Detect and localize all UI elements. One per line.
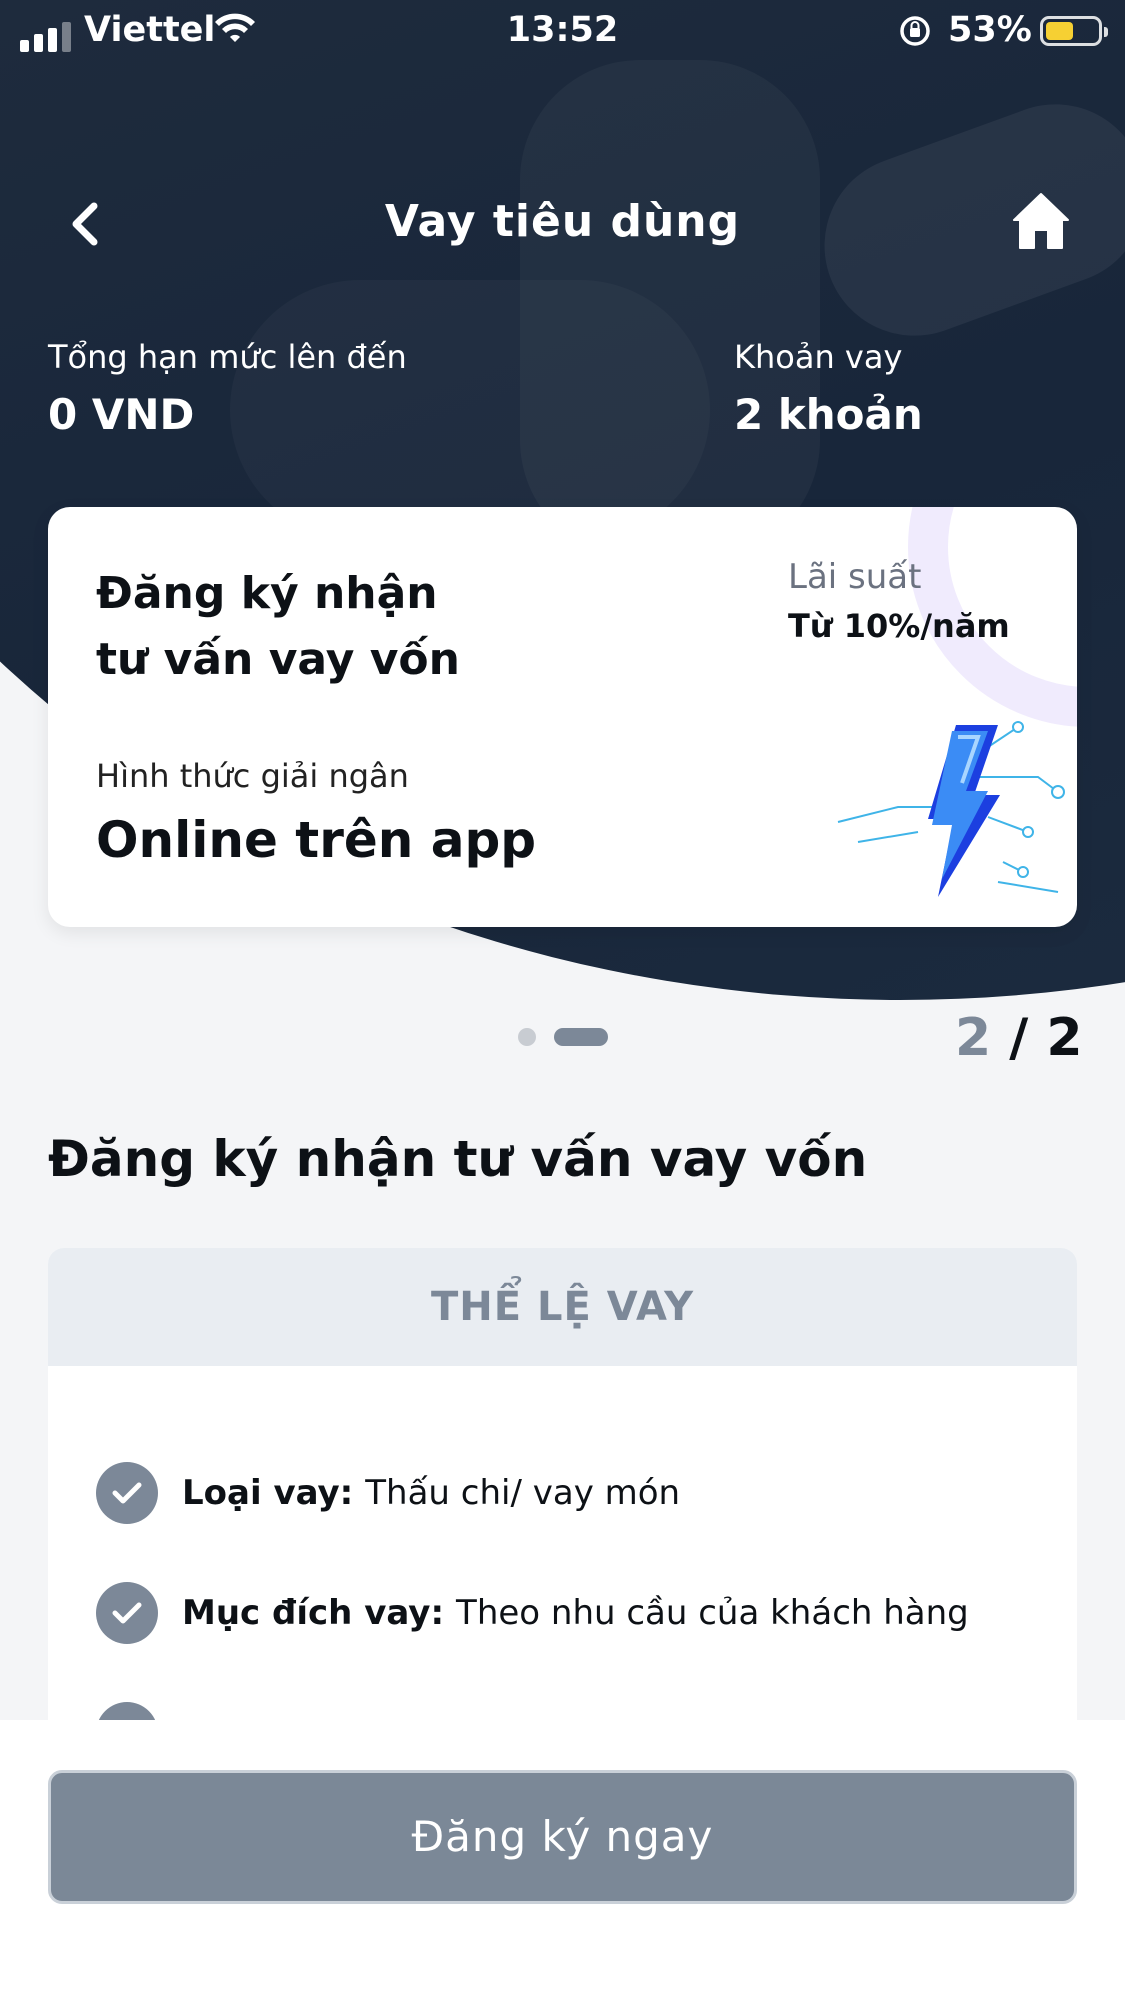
card-title-line: Đăng ký nhận (96, 568, 438, 619)
loans-value: 2 khoản (734, 390, 923, 439)
page-title: Vay tiêu dùng (384, 196, 741, 247)
pager-dot[interactable] (518, 1028, 536, 1046)
rule-item: Mục đích vay: Theo nhu cầu của khách hàng (96, 1582, 969, 1644)
battery-percent: 53% (948, 10, 1032, 50)
check-circle-icon (96, 1582, 158, 1644)
rules-header: THỂ LỆ VAY (48, 1248, 1077, 1366)
rotation-lock-icon (898, 14, 932, 57)
disbursement-label: Hình thức giải ngân (96, 757, 409, 795)
rule-value: Thấu chi/ vay món (365, 1473, 681, 1513)
lightning-bolt-icon (828, 707, 1068, 907)
page-current: 2 (955, 1008, 992, 1068)
loan-offer-card[interactable]: Đăng ký nhận tư vấn vay vốn Lãi suất Từ … (48, 507, 1077, 927)
loan-rules-panel: THỂ LỆ VAY Loại vay: Thấu chi/ vay món Mụ… (48, 1248, 1077, 1728)
register-now-button[interactable]: Đăng ký ngay (48, 1770, 1077, 1904)
rule-item: Loại vay: Thấu chi/ vay món (96, 1462, 680, 1524)
credit-limit-label: Tổng hạn mức lên đến (48, 338, 407, 376)
interest-rate-value: Từ 10%/năm (788, 607, 1010, 645)
status-bar: Viettel 13:52 53% (0, 0, 1125, 62)
loans-label: Khoản vay (734, 338, 903, 376)
interest-rate-label: Lãi suất (788, 557, 922, 597)
credit-limit-value: 0 VND (48, 390, 195, 439)
battery-icon (1040, 16, 1108, 46)
card-title-line: tư vấn vay vốn (96, 634, 460, 685)
page-indicator: 2 / 2 (955, 1008, 1083, 1068)
page-total: 2 (1046, 1008, 1083, 1068)
home-icon (1013, 193, 1069, 249)
rule-value: Theo nhu cầu của khách hàng (456, 1593, 969, 1633)
rule-label: Mục đích vay: (182, 1593, 445, 1633)
check-circle-icon (96, 1462, 158, 1524)
header-decoration (230, 280, 710, 540)
pager-dot-active[interactable] (554, 1028, 608, 1046)
rule-label: Loại vay: (182, 1473, 354, 1513)
disbursement-value: Online trên app (96, 811, 537, 869)
card-title: Đăng ký nhận tư vấn vay vốn (96, 561, 596, 693)
home-button[interactable] (1010, 190, 1072, 252)
page-separator: / (991, 1008, 1047, 1068)
section-title: Đăng ký nhận tư vấn vay vốn (48, 1130, 868, 1188)
